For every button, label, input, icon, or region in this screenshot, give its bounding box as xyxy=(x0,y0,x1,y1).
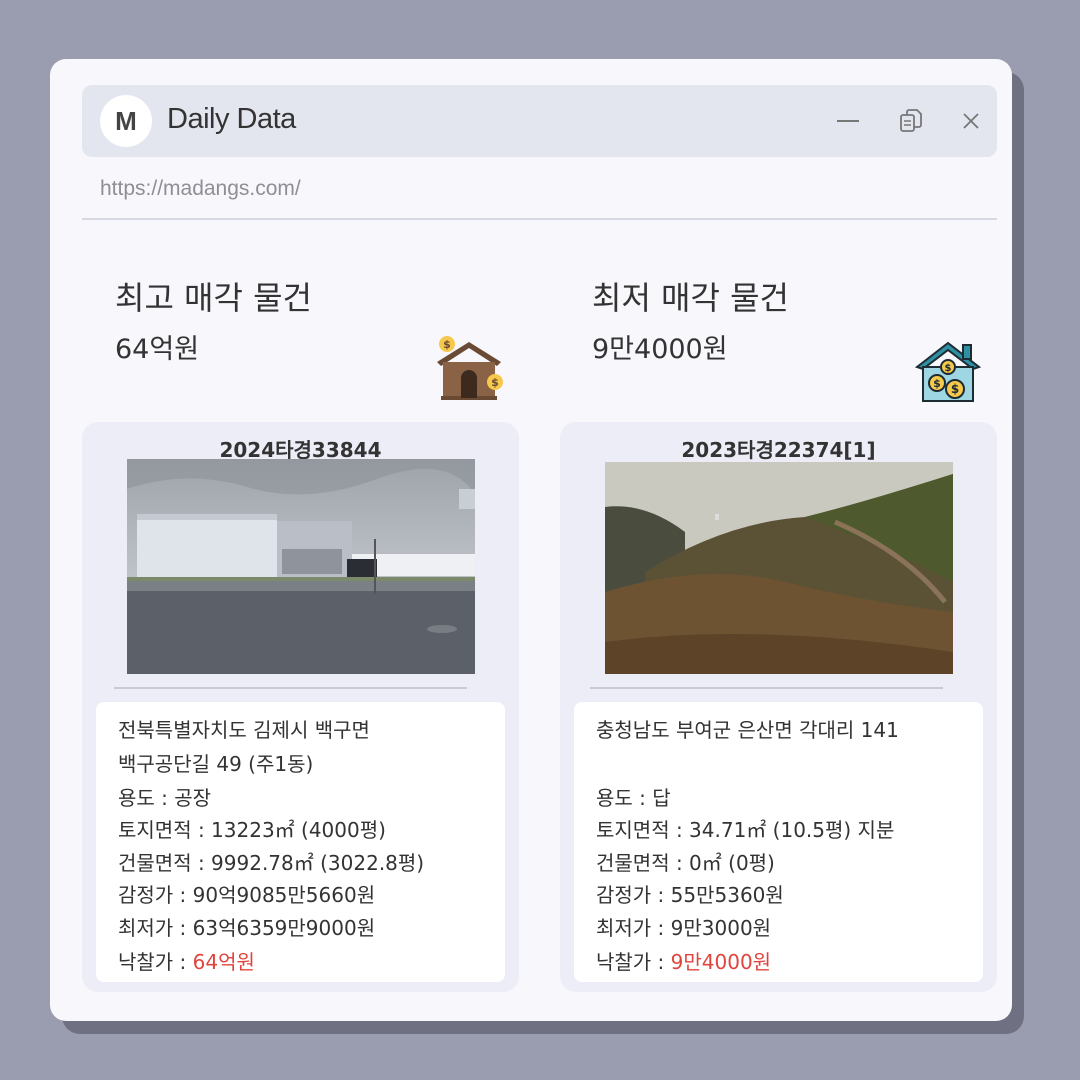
svg-text:$: $ xyxy=(933,377,941,390)
copy-button[interactable] xyxy=(895,105,927,137)
minimize-button[interactable] xyxy=(832,105,864,137)
house-coins-icon: $ $ $ xyxy=(915,341,981,402)
highest-appraisal: 감정가 : 90억9085만5660원 xyxy=(118,883,376,907)
lowest-winning-bid: 낙찰가 : 9만4000원 xyxy=(596,946,771,975)
lowest-heading: 최저 매각 물건 xyxy=(592,279,789,317)
factory-building-photo xyxy=(127,459,475,674)
url-divider xyxy=(82,218,997,220)
svg-text:$: $ xyxy=(951,382,959,396)
title-bar: M Daily Data xyxy=(82,85,997,157)
highest-minimum: 최저가 : 63억6359만9000원 xyxy=(118,916,376,940)
highest-heading: 최고 매각 물건 xyxy=(115,279,312,317)
minimize-icon xyxy=(837,120,859,122)
highest-price: 64억원 xyxy=(115,334,200,365)
lowest-card-divider xyxy=(590,687,943,689)
highest-address-line1: 전북특별자치도 김제시 백구면 xyxy=(118,718,370,742)
house-money-icon: $ $ xyxy=(437,336,503,400)
lowest-case-number: 2023타경22374[1] xyxy=(681,438,876,462)
url-bar[interactable]: https://madangs.com/ xyxy=(100,177,301,201)
highest-winning-label: 낙찰가 : xyxy=(118,950,193,974)
highest-address-line2: 백구공단길 49 (주1동) xyxy=(118,752,314,776)
lowest-appraisal: 감정가 : 55만5360원 xyxy=(596,883,784,907)
app-title: Daily Data xyxy=(167,103,296,135)
svg-text:$: $ xyxy=(443,338,451,351)
lowest-minimum: 최저가 : 9만3000원 xyxy=(596,916,772,940)
highest-card[interactable]: 2024타경33844 전북특별자치도 김제시 백구면 백구공단길 49 (주1… xyxy=(82,422,519,992)
highest-land-area: 토지면적 : 13223㎡ (4000평) xyxy=(118,818,386,842)
lowest-card[interactable]: 2023타경22374[1] 충청남도 부여군 은산면 각대리 141 용도 :… xyxy=(560,422,997,992)
lowest-winning-value: 9만4000원 xyxy=(670,950,772,974)
lowest-info-panel: 충청남도 부여군 은산면 각대리 141 용도 : 답 토지면적 : 34.71… xyxy=(574,702,983,982)
highest-winning-bid: 낙찰가 : 64억원 xyxy=(118,946,255,975)
dirt-hill-photo xyxy=(605,462,953,674)
copy-icon xyxy=(900,109,922,132)
svg-text:$: $ xyxy=(945,363,952,374)
highest-building-area: 건물면적 : 9992.78㎡ (3022.8평) xyxy=(118,851,425,875)
highest-usage: 용도 : 공장 xyxy=(118,786,212,810)
highest-info-panel: 전북특별자치도 김제시 백구면 백구공단길 49 (주1동) 용도 : 공장 토… xyxy=(96,702,505,982)
close-button[interactable] xyxy=(955,105,987,137)
lowest-usage: 용도 : 답 xyxy=(596,786,671,810)
svg-text:$: $ xyxy=(491,376,499,389)
lowest-address-line1: 충청남도 부여군 은산면 각대리 141 xyxy=(596,718,899,742)
app-window: M Daily Data https://madangs.com/ 최고 매각 … xyxy=(50,59,1012,1021)
close-icon xyxy=(963,113,979,129)
lowest-price: 9만4000원 xyxy=(592,334,728,365)
app-avatar: M xyxy=(100,95,152,147)
lowest-winning-label: 낙찰가 : xyxy=(596,950,671,974)
highest-winning-value: 64억원 xyxy=(192,950,255,974)
lowest-land-area: 토지면적 : 34.71㎡ (10.5평) 지분 xyxy=(596,818,895,842)
highest-card-divider xyxy=(114,687,467,689)
lowest-building-area: 건물면적 : 0㎡ (0평) xyxy=(596,851,775,875)
